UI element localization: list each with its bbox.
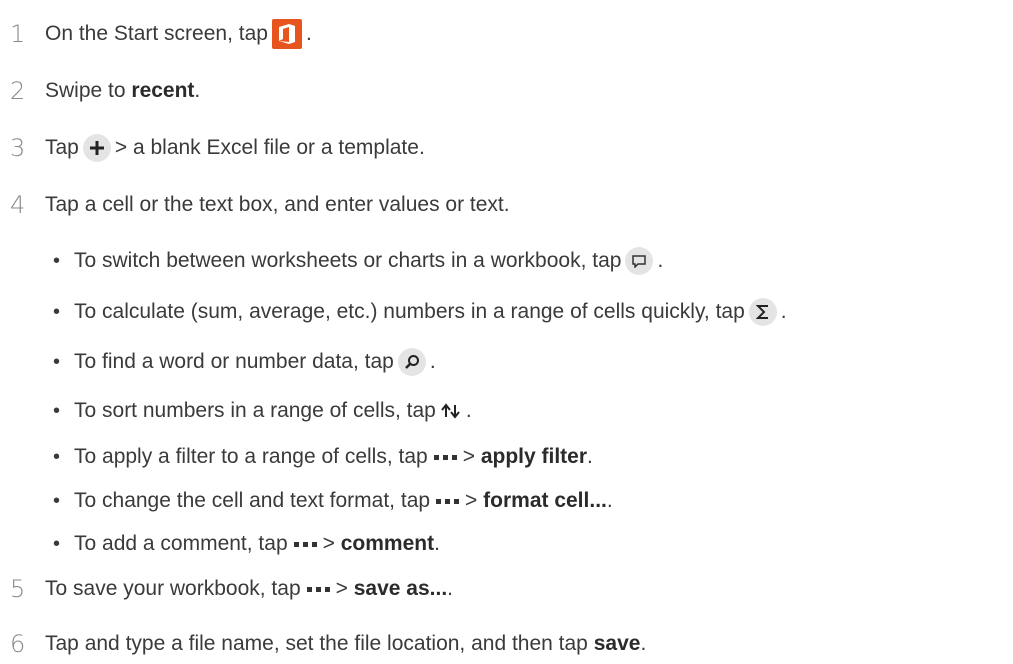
bullet-text-end: . <box>780 300 787 323</box>
step-text: Tap <box>45 136 79 159</box>
sort-icon <box>440 403 462 419</box>
office-app-icon <box>271 19 302 49</box>
step-text-end: > a blank Excel file or a template. <box>114 136 425 159</box>
bullet-text-end: . <box>434 532 440 555</box>
more-dots-icon <box>436 498 460 504</box>
bullet-text-end: . <box>429 350 436 373</box>
sheets-switch-icon <box>625 247 654 275</box>
search-icon <box>397 348 426 376</box>
step-number: 4 <box>10 191 26 219</box>
bullet-text: To calculate (sum, average, etc.) number… <box>74 300 745 323</box>
step-text: On the Start screen, tap <box>45 22 268 45</box>
step-number: 6 <box>10 630 26 658</box>
step-text-end: . <box>447 577 454 600</box>
more-dots-icon <box>306 586 330 592</box>
step-text: To save your workbook, tap <box>45 577 301 600</box>
bullet-marker: • <box>53 249 61 272</box>
bullet-text: To find a word or number data, tap <box>74 350 394 373</box>
bullet-text-end: . <box>465 399 472 422</box>
bullet-separator: > <box>322 532 335 555</box>
step-text-end: . <box>194 79 201 102</box>
plus-icon <box>82 134 111 162</box>
sigma-icon <box>748 298 777 326</box>
bullet-text: To sort numbers in a range of cells, tap <box>74 399 436 422</box>
bullet-text: To switch between worksheets or charts i… <box>74 249 622 272</box>
bullet-marker: • <box>53 350 61 373</box>
bullet-text-end: . <box>606 489 613 512</box>
step-text: Tap and type a file name, set the file l… <box>45 632 588 655</box>
bullet-text: To change the cell and text format, tap <box>74 489 431 512</box>
step-number: 2 <box>10 77 26 105</box>
format-cell-label: format cell... <box>483 489 607 512</box>
bullet-text-end: . <box>587 445 593 468</box>
bullet-separator: > <box>462 445 475 468</box>
bullet-marker: • <box>53 445 61 468</box>
more-dots-icon <box>433 454 457 460</box>
bullet-marker: • <box>53 489 61 512</box>
save-as-label: save as... <box>353 577 448 600</box>
bullet-marker: • <box>53 399 61 422</box>
bullet-text: To apply a filter to a range of cells, t… <box>74 445 428 468</box>
more-dots-icon <box>293 541 317 547</box>
step-text-end: . <box>305 22 312 45</box>
apply-filter-label: apply filter <box>480 445 588 468</box>
bullet-marker: • <box>53 532 61 555</box>
recent-label: recent <box>131 79 195 102</box>
save-label: save <box>593 632 641 655</box>
step-number: 5 <box>10 575 26 603</box>
bullet-separator: > <box>465 489 478 512</box>
step-text-end: . <box>640 632 647 655</box>
bullet-text: To add a comment, tap <box>74 532 288 555</box>
step-number: 1 <box>10 20 26 48</box>
comment-label: comment <box>340 532 435 555</box>
bullet-text-end: . <box>657 249 664 272</box>
step-text: Tap a cell or the text box, and enter va… <box>45 193 510 216</box>
step-text: Swipe to <box>45 79 126 102</box>
step-number: 3 <box>10 134 26 162</box>
step-separator: > <box>335 577 348 600</box>
bullet-marker: • <box>53 300 61 323</box>
